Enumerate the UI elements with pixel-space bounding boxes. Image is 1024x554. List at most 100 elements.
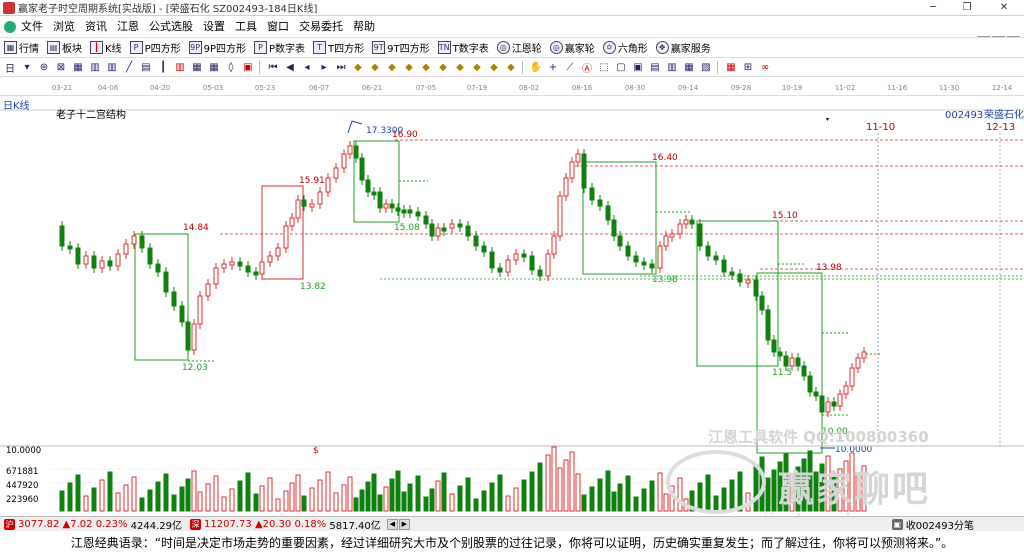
scroll-left-icon[interactable]: ◀	[386, 518, 398, 530]
date-tick-label: 09-14	[678, 84, 699, 92]
menu-gann[interactable]: 江恩	[112, 17, 144, 36]
diamond-tool-5-icon[interactable]: ◆	[418, 60, 434, 75]
restore-button[interactable]: ❐	[950, 0, 984, 16]
shapes-icon[interactable]: ⬚	[596, 60, 612, 75]
diamond-tool-10-icon[interactable]: ◆	[503, 60, 519, 75]
p-square-button[interactable]: P P四方形	[126, 38, 185, 57]
gann-wheel-button[interactable]: ◎ 江恩轮	[493, 38, 546, 57]
winner-service-button[interactable]: ❖ 赢家服务	[652, 38, 715, 57]
shenzhen-index[interactable]: 深 11207.73 ▲20.30 0.18% 5817.40亿	[186, 517, 385, 532]
price-line-icon[interactable]: ▥	[172, 60, 188, 75]
t-table-button[interactable]: TN T数字表	[434, 38, 493, 57]
last-icon[interactable]: ⏭	[333, 60, 349, 75]
winner-wheel-button[interactable]: ◎ 赢家轮	[546, 38, 599, 57]
period-line-icon[interactable]: ┃	[155, 60, 171, 75]
9t-square-button[interactable]: 9T 9T四方形	[368, 38, 433, 57]
diamond-tool-9-icon[interactable]: ◆	[486, 60, 502, 75]
menu-file[interactable]: 文件	[16, 17, 48, 36]
prev-page-icon[interactable]: ◀	[282, 60, 298, 75]
layout-icon[interactable]: ▦	[723, 60, 739, 75]
t-square-icon: T	[313, 41, 327, 54]
wheel-icon[interactable]: ⊛	[36, 60, 52, 75]
diamond-tool-1-icon[interactable]: ◆	[350, 60, 366, 75]
screenshot-icon[interactable]: ▦	[681, 60, 697, 75]
volume-bar	[197, 491, 203, 512]
menu-settings[interactable]: 设置	[198, 17, 230, 36]
diamond-tool-7-icon[interactable]: ◆	[452, 60, 468, 75]
separator	[522, 61, 526, 74]
date-tick-label: 04-06	[98, 84, 119, 92]
menu-window[interactable]: 窗口	[262, 17, 294, 36]
text-icon[interactable]: Ⓐ	[579, 60, 595, 75]
save-icon[interactable]: ▣	[630, 60, 646, 75]
menu-formula[interactable]: 公式选股	[144, 17, 198, 36]
price-label: 14.84	[183, 223, 209, 233]
p-table-button[interactable]: P P数字表	[250, 38, 309, 57]
fan-icon[interactable]: ⊠	[53, 60, 69, 75]
grid-icon[interactable]: ▦	[70, 60, 86, 75]
candle-body	[371, 191, 377, 196]
diamond-tool-3-icon[interactable]: ◆	[384, 60, 400, 75]
data-icon[interactable]: ▧	[698, 60, 714, 75]
volume-bar	[229, 488, 235, 512]
next-icon[interactable]: ▸	[316, 60, 332, 75]
volume-marker: $	[313, 446, 319, 456]
9p-square-button[interactable]: 9P 9P四方形	[185, 38, 250, 57]
monitor-icon[interactable]: ▢	[613, 60, 629, 75]
diamond-tool-8-icon[interactable]: ◆	[469, 60, 485, 75]
quotes-button[interactable]: ▦ 行情	[0, 38, 43, 57]
volume-bar	[139, 497, 145, 512]
export-icon[interactable]: ▥	[664, 60, 680, 75]
candles-icon[interactable]: ▥	[104, 60, 120, 75]
menu-trade[interactable]: 交易委托	[294, 17, 348, 36]
divider-icon[interactable]: ▦	[206, 60, 222, 75]
date-tick-label: 08-02	[519, 84, 539, 92]
line-icon[interactable]: ╱	[121, 60, 137, 75]
diamond-tool-6-icon[interactable]: ◆	[435, 60, 451, 75]
hexagram-button[interactable]: ✡ 六角形	[599, 38, 652, 57]
period-icon[interactable]: 日	[2, 60, 18, 75]
menu-info[interactable]: 资讯	[80, 17, 112, 36]
first-icon[interactable]: ⏮	[265, 60, 281, 75]
sector-button[interactable]: ▤ 板块	[43, 38, 86, 57]
candle-body	[185, 321, 191, 351]
volume-bar	[213, 475, 219, 512]
bars-icon[interactable]: ▥	[87, 60, 103, 75]
candle-body	[721, 259, 727, 273]
trade-alert[interactable]: ▣ 收002493分笔	[891, 517, 1024, 532]
draw-line-icon[interactable]: ⟋	[562, 60, 578, 75]
diamond-icon[interactable]: ◊	[223, 60, 239, 75]
candle-body	[301, 199, 307, 207]
wheel-icon: ◎	[496, 41, 510, 54]
print-icon[interactable]: ▤	[647, 60, 663, 75]
prev-icon[interactable]: ◂	[299, 60, 315, 75]
hexagram-icon: ✡	[602, 41, 616, 54]
shanghai-index[interactable]: 沪 3077.82 ▲7.02 0.23% 4244.29亿	[0, 517, 186, 532]
t-square-button[interactable]: T T四方形	[309, 38, 368, 57]
menu-browse[interactable]: 浏览	[48, 17, 80, 36]
volume-bar	[389, 478, 395, 512]
minimize-button[interactable]: ─	[916, 0, 950, 16]
candle-body	[377, 191, 383, 209]
dropdown-icon[interactable]: ▾	[19, 60, 35, 75]
candle-body	[83, 255, 89, 265]
time-icon[interactable]: ▦	[189, 60, 205, 75]
channel-icon[interactable]: ▤	[138, 60, 154, 75]
menu-tools[interactable]: 工具	[230, 17, 262, 36]
infinity-icon[interactable]: ∞	[757, 60, 773, 75]
diamond-tool-4-icon[interactable]: ◆	[401, 60, 417, 75]
cycle-icon[interactable]: ▣	[240, 60, 256, 75]
kline-chart-area[interactable]: 日K线 老子十二宫结构 002493 荣盛石化 11-10 12-13 17.3300 16.…	[0, 96, 1024, 528]
scroll-right-icon[interactable]: ▶	[398, 518, 410, 530]
menu-help[interactable]: 帮助	[348, 17, 380, 36]
volume-bar	[497, 474, 503, 512]
candle-body	[663, 235, 669, 247]
diamond-tool-2-icon[interactable]: ◆	[367, 60, 383, 75]
hand-icon[interactable]: ✋	[528, 60, 544, 75]
crosshair-icon[interactable]: +	[545, 60, 561, 75]
volume-axis-label: 223960	[6, 495, 38, 505]
volume-bar	[221, 496, 227, 512]
close-button[interactable]: ✕	[984, 0, 1024, 16]
compare-icon[interactable]: ⊞	[740, 60, 756, 75]
kline-button[interactable]: ┃ K线	[86, 38, 126, 57]
